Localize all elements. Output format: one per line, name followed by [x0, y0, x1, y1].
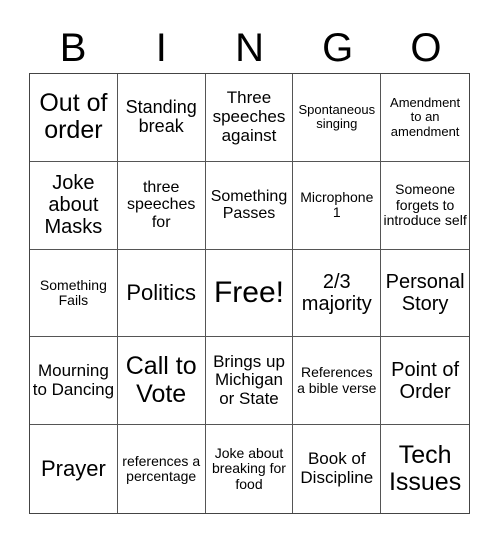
bingo-cell[interactable]: Amendment to an amendment — [381, 74, 469, 162]
header-letter-b: B — [59, 26, 87, 70]
bingo-cell[interactable]: 2/3 majority — [293, 249, 382, 338]
bingo-grid: Out of order Standing break Three speech… — [29, 73, 470, 514]
bingo-cell[interactable]: Politics — [117, 249, 206, 338]
header-letter-i: I — [155, 26, 167, 70]
bingo-cell-free[interactable]: Free! — [205, 249, 294, 338]
bingo-cell[interactable]: Mourning to Dancing — [30, 337, 118, 426]
bingo-cell[interactable]: three speeches for — [117, 161, 206, 250]
bingo-cell[interactable]: Microphone 1 — [293, 161, 382, 250]
bingo-cell[interactable]: Prayer — [30, 425, 118, 513]
bingo-header: B I N G O — [29, 24, 470, 72]
bingo-cell[interactable]: Point of Order — [381, 337, 469, 426]
bingo-cell[interactable]: Brings up Michigan or State — [205, 337, 294, 426]
bingo-cell[interactable]: Standing break — [117, 74, 206, 162]
header-letter-o: O — [410, 26, 442, 70]
bingo-cell[interactable]: Call to Vote — [117, 337, 206, 426]
bingo-cell[interactable]: Someone forgets to introduce self — [381, 162, 469, 250]
bingo-cell[interactable]: References a bible verse — [293, 337, 382, 426]
header-letter-g: G — [322, 26, 354, 70]
bingo-cell[interactable]: Spontaneous singing — [293, 74, 382, 162]
bingo-cell[interactable]: Something Fails — [30, 249, 118, 338]
bingo-cell[interactable]: Personal Story — [381, 250, 469, 338]
bingo-cell[interactable]: Three speeches against — [205, 74, 294, 162]
bingo-cell[interactable]: Out of order — [30, 74, 118, 162]
header-letter-n: N — [235, 26, 264, 70]
bingo-cell[interactable]: Joke about Masks — [30, 161, 118, 250]
bingo-cell[interactable]: Joke about breaking for food — [206, 425, 294, 513]
bingo-cell[interactable]: Something Passes — [205, 161, 294, 250]
bingo-cell[interactable]: references a percentage — [118, 425, 206, 513]
bingo-cell[interactable]: Book of Discipline — [293, 425, 382, 513]
bingo-cell[interactable]: Tech Issues — [381, 425, 469, 513]
